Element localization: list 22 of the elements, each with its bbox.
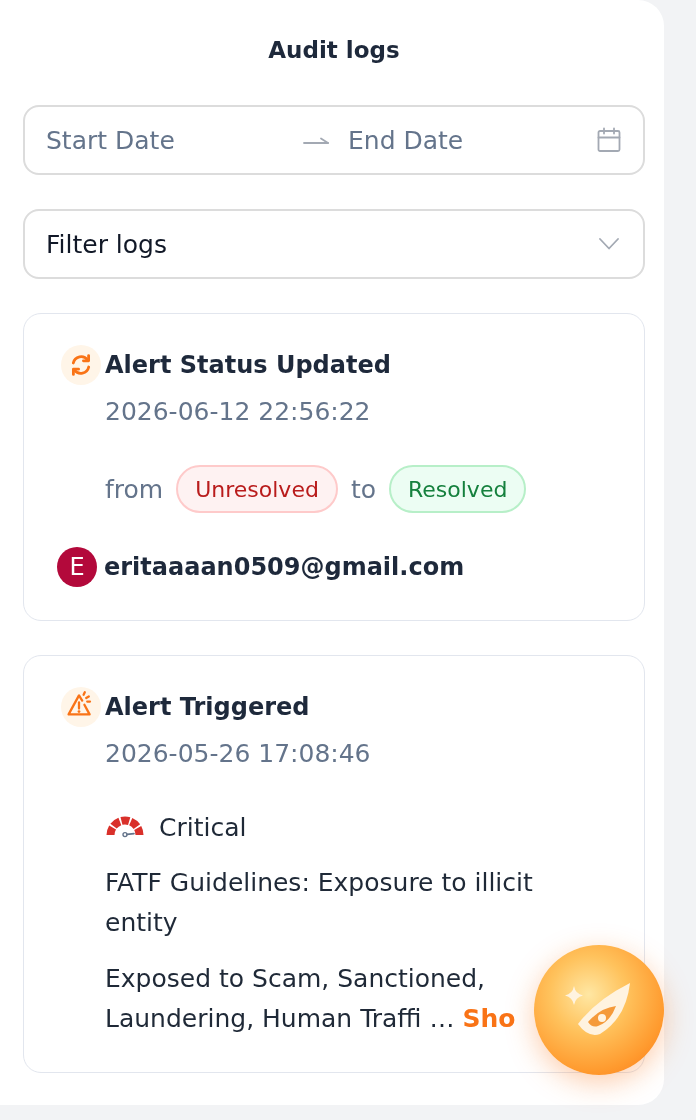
filter-select[interactable]: Filter logs xyxy=(23,209,645,279)
to-label: to xyxy=(350,474,376,504)
start-date-field[interactable]: Start Date xyxy=(46,122,303,158)
log-timestamp: 2026-05-26 17:08:46 xyxy=(105,738,372,770)
date-range-picker[interactable]: Start Date End Date xyxy=(23,105,645,175)
refresh-icon xyxy=(61,345,101,385)
user-avatar: E xyxy=(57,547,97,587)
alert-description: Exposed to Scam, Sanctioned, Laundering, Human Traffi … Sho xyxy=(105,963,517,1035)
alert-rule: FATF Guidelines: Exposure to illicit entity xyxy=(105,867,534,939)
calendar-icon xyxy=(597,127,621,153)
log-title: Alert Status Updated xyxy=(105,350,391,381)
user-email: eritaaaan0509@gmail.com xyxy=(104,553,465,581)
status-badge: Unresolved xyxy=(176,465,338,513)
severity-label: Critical xyxy=(159,812,247,842)
end-date-field[interactable]: End Date xyxy=(348,122,597,158)
log-title: Alert Triggered xyxy=(105,692,310,723)
from-label: from xyxy=(105,474,164,504)
panel-title: Audit logs xyxy=(267,36,401,65)
status-badge: Resolved xyxy=(389,465,527,513)
chevron-down-icon xyxy=(599,238,619,250)
warning-icon xyxy=(61,687,101,727)
log-timestamp: 2026-06-12 22:56:22 xyxy=(105,396,372,428)
